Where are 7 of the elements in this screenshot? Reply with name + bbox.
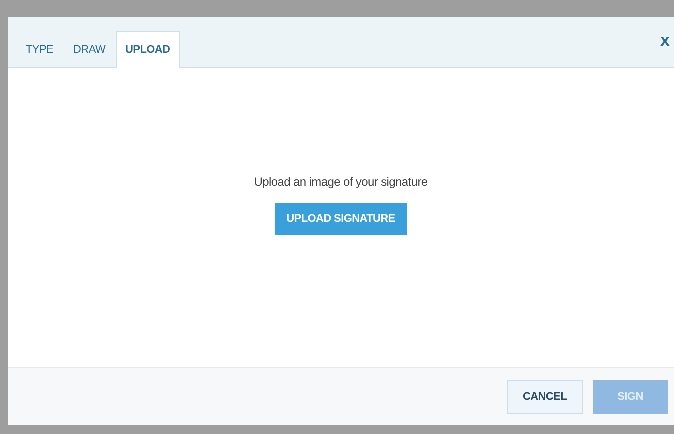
close-icon[interactable]: x [660, 31, 670, 51]
upload-prompt: Upload an image of your signature [254, 174, 428, 188]
upload-signature-button[interactable]: UPLOAD SIGNATURE [274, 202, 408, 234]
cancel-button[interactable]: CANCEL [507, 380, 583, 414]
tab[interactable]: DRAW [64, 31, 116, 68]
tab[interactable]: TYPE [16, 31, 64, 68]
tab[interactable]: UPLOAD [116, 31, 180, 68]
